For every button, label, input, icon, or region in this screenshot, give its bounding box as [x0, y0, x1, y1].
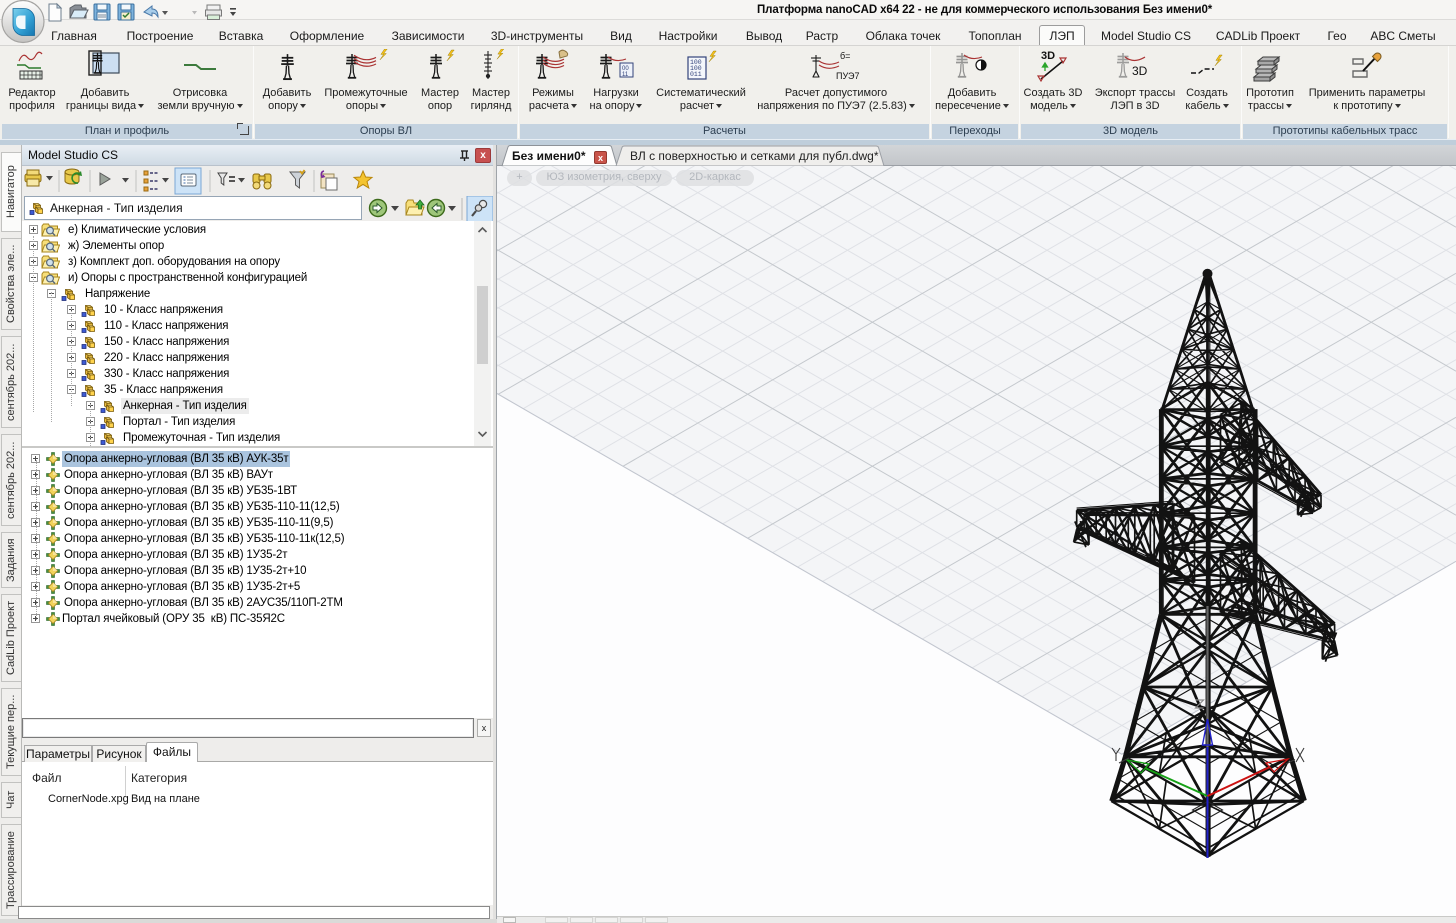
svg-text:ПУЭ7: ПУЭ7	[836, 71, 859, 81]
svg-text:б=: б=	[840, 51, 850, 61]
svg-text:3D: 3D	[1132, 64, 1148, 78]
svg-text:3D: 3D	[1041, 50, 1055, 62]
svg-text:011: 011	[690, 71, 702, 78]
svg-text:11: 11	[622, 72, 629, 78]
